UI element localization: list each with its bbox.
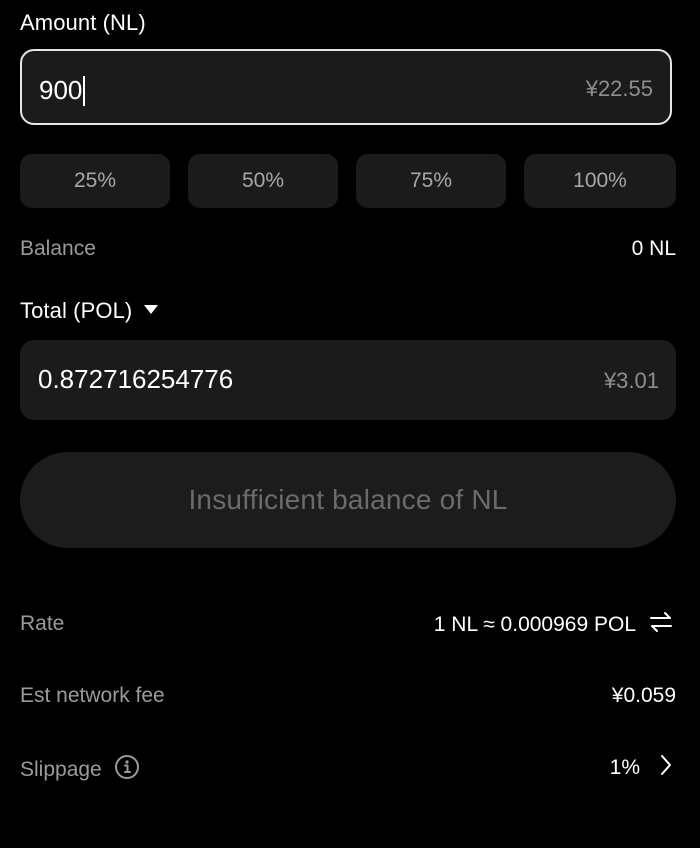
total-value: 0.872716254776 <box>38 364 234 394</box>
total-label: Total (POL) <box>20 298 133 323</box>
slippage-label: Slippage <box>20 757 102 781</box>
text-caret <box>83 75 86 106</box>
rate-label: Rate <box>20 612 65 635</box>
network-fee-value: ¥0.059 <box>611 684 676 707</box>
balance-label: Balance <box>20 237 96 260</box>
percent-25-button[interactable]: 25% <box>20 154 170 208</box>
swap-arrows-icon[interactable] <box>648 610 674 639</box>
info-icon[interactable] <box>114 754 140 785</box>
slippage-label-wrap: Slippage <box>20 754 140 785</box>
network-fee-label: Est network fee <box>20 684 165 707</box>
insufficient-balance-button[interactable]: Insufficient balance of NL <box>20 452 676 548</box>
total-output: 0.872716254776 ¥3.01 <box>20 340 676 420</box>
chevron-right-icon <box>660 754 672 781</box>
caret-down-icon <box>144 302 159 320</box>
amount-value-wrap[interactable]: 900 <box>39 75 86 106</box>
rate-value: 1 NL ≈ 0.000969 POL <box>433 612 636 636</box>
amount-fiat-value: ¥22.55 <box>585 76 653 101</box>
rate-row-value: 1 NL ≈ 0.000969 POL <box>434 610 674 639</box>
balance-value: 0 NL <box>631 237 676 260</box>
slippage-value: 1% <box>609 755 640 779</box>
percent-75-button[interactable]: 75% <box>356 154 506 208</box>
amount-value[interactable]: 900 <box>39 75 82 106</box>
amount-input[interactable]: 900 ¥22.55 <box>20 49 672 125</box>
total-fiat-value: ¥3.01 <box>603 368 659 393</box>
total-currency-selector[interactable]: Total (POL) <box>20 298 159 324</box>
amount-label: Amount (NL) <box>20 10 146 35</box>
slippage-setting[interactable]: 1% <box>610 754 672 781</box>
percent-100-button[interactable]: 100% <box>524 154 676 208</box>
percent-50-button[interactable]: 50% <box>188 154 338 208</box>
